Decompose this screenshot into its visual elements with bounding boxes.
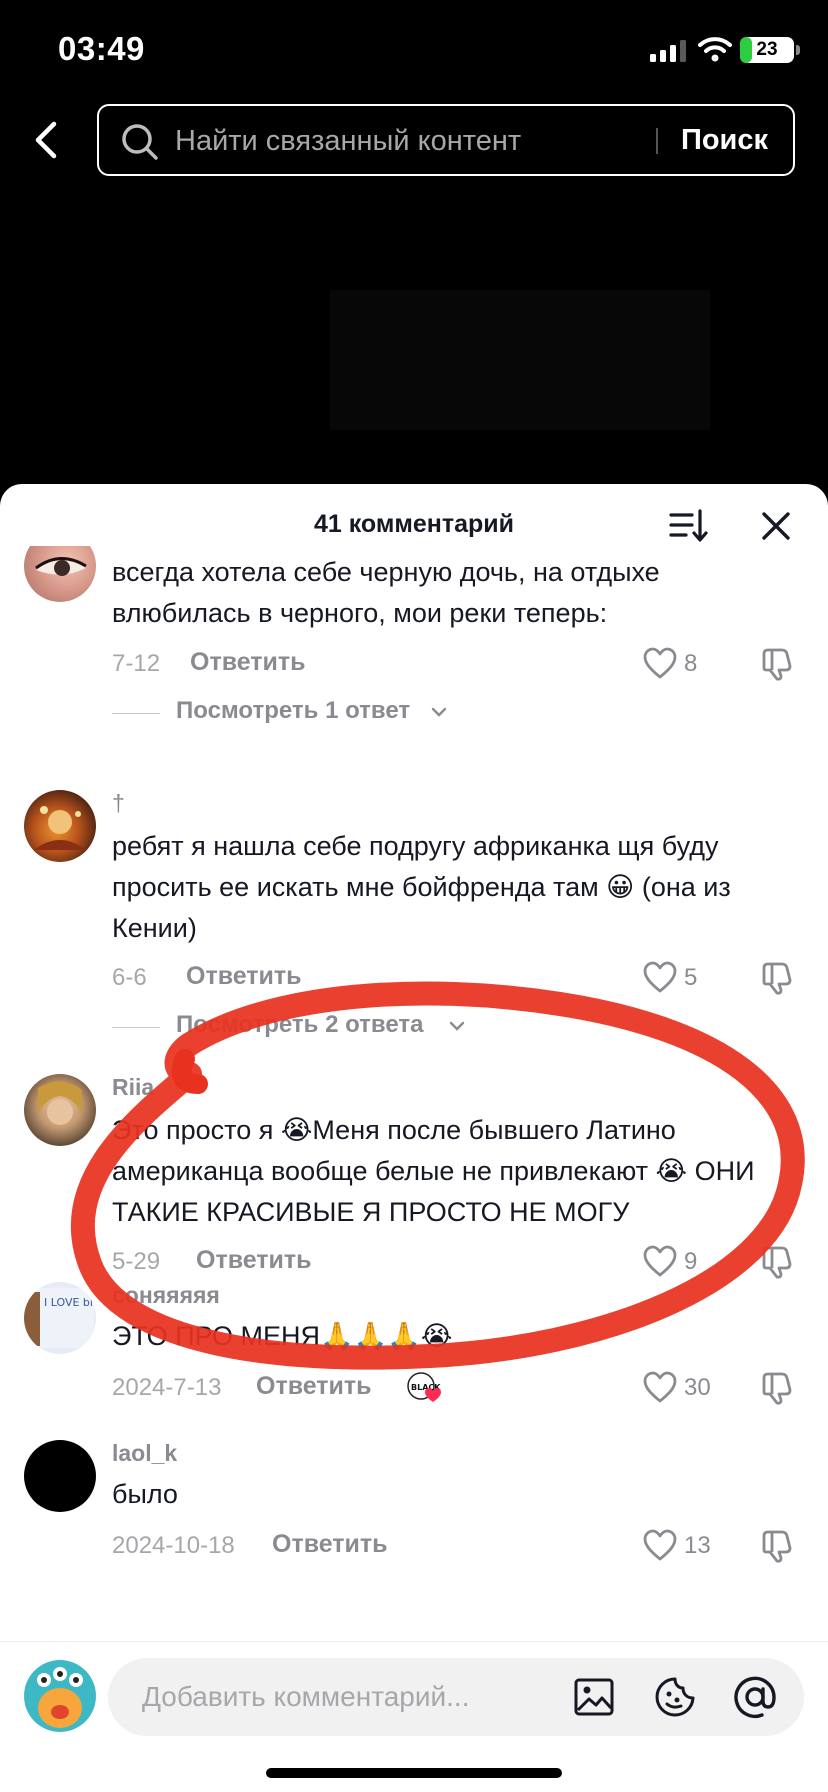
chevron-down-icon — [431, 707, 447, 717]
search-input[interactable]: Найти связанный контент — [175, 125, 521, 158]
avatar-sign-text: I LOVE black BOYS — [44, 1296, 96, 1309]
avatar[interactable] — [24, 790, 96, 862]
view-replies-line — [112, 713, 160, 714]
search-icon — [122, 124, 158, 160]
heart-icon[interactable] — [642, 646, 678, 680]
avatar[interactable] — [24, 1440, 96, 1512]
home-indicator — [266, 1768, 562, 1778]
heart-icon[interactable] — [642, 1528, 678, 1562]
avatar[interactable] — [24, 546, 96, 602]
image-icon[interactable] — [574, 1678, 614, 1716]
comment-username[interactable]: † — [112, 790, 125, 817]
comment-date: 2024-10-18 — [112, 1532, 235, 1559]
mention-at-icon[interactable] — [732, 1674, 778, 1720]
close-icon[interactable] — [758, 508, 794, 544]
comment-text: ЭТО ПРО МЕНЯ🙏🙏🙏😭 — [112, 1321, 453, 1351]
like-count: 30 — [684, 1374, 711, 1401]
reply-button[interactable]: Ответить — [196, 1246, 312, 1275]
creator-liked-icon: BLACK — [407, 1372, 441, 1402]
comment-input-placeholder: Добавить комментарий... — [142, 1681, 470, 1712]
comment-input-bar: Добавить комментарий... — [0, 1641, 828, 1751]
view-replies-label[interactable]: Посмотреть 2 ответа — [176, 1011, 423, 1039]
heart-icon[interactable] — [642, 1244, 678, 1278]
dislike-icon[interactable] — [760, 646, 796, 682]
like-count: 9 — [684, 1248, 698, 1275]
comment-date: 7-12 — [112, 650, 161, 677]
sort-icon[interactable] — [668, 506, 708, 546]
comment-username[interactable]: соняяяяя — [112, 1282, 220, 1309]
avatar-art-image — [34, 806, 86, 850]
heart-icon[interactable] — [642, 960, 678, 994]
comment-date: 5-29 — [112, 1248, 161, 1275]
comment-text-content: ребят я нашла себе подругу африканка щя … — [112, 831, 731, 943]
status-time: 03:49 — [58, 30, 145, 67]
monster-avatar-image — [37, 1667, 83, 1728]
heart-icon[interactable] — [642, 1370, 678, 1404]
avatar-sign-image: I LOVE black BOYS — [24, 1288, 96, 1348]
search-button[interactable]: Поиск — [681, 124, 768, 157]
video-background — [330, 290, 710, 430]
comments-sheet: 41 комментарий юг всегда хотела себе чер… — [0, 484, 828, 1792]
comment-text: всегда хотела себе черную дочь, на отдых… — [112, 557, 660, 628]
back-button[interactable] — [28, 118, 64, 162]
signal-icon — [650, 40, 686, 62]
dislike-icon[interactable] — [760, 1370, 796, 1406]
avatar-eye-image — [35, 557, 87, 576]
dislike-icon[interactable] — [760, 1528, 796, 1564]
comment-text: ребят я нашла себе подругу африканка щя … — [112, 826, 792, 949]
reply-button[interactable]: Ответить — [272, 1530, 388, 1559]
like-count: 5 — [684, 964, 698, 991]
like-count: 8 — [684, 650, 698, 677]
dislike-icon[interactable] — [760, 1244, 796, 1280]
chevron-down-icon — [449, 1021, 465, 1031]
reply-button[interactable]: Ответить — [186, 962, 302, 991]
battery-icon: 23 — [740, 37, 794, 63]
comment-username[interactable]: Riia — [112, 1074, 154, 1101]
wifi-icon — [698, 37, 732, 62]
avatar[interactable] — [24, 1074, 96, 1146]
user-avatar[interactable] — [24, 1660, 96, 1732]
comment-date: 6-6 — [112, 964, 147, 991]
battery-cap — [796, 45, 800, 55]
avatar[interactable]: I LOVE black BOYS — [24, 1282, 96, 1354]
comment-text: Это просто я 😭Меня после бывшего Латино … — [112, 1115, 755, 1227]
comment-text: было — [112, 1479, 178, 1509]
status-bar: 03:49 23 — [0, 0, 828, 100]
search-divider — [656, 128, 658, 154]
dislike-icon[interactable] — [760, 960, 796, 996]
view-replies-label[interactable]: Посмотреть 1 ответ — [176, 697, 410, 725]
comment-input[interactable]: Добавить комментарий... — [108, 1658, 804, 1736]
view-replies-line — [112, 1027, 160, 1028]
comment-date: 2024-7-13 — [112, 1374, 222, 1401]
reply-button[interactable]: Ответить — [190, 648, 306, 677]
comments-list[interactable]: юг всегда хотела себе черную дочь, на от… — [0, 546, 828, 1621]
battery-level: 23 — [756, 39, 778, 60]
comment-username[interactable]: laol_k — [112, 1440, 177, 1467]
reply-button[interactable]: Ответить — [256, 1372, 372, 1401]
emoji-icon[interactable] — [654, 1676, 696, 1718]
like-count: 13 — [684, 1532, 711, 1559]
search-bar[interactable]: Найти связанный контент Поиск — [97, 104, 795, 176]
avatar-photo-image — [38, 1081, 82, 1125]
